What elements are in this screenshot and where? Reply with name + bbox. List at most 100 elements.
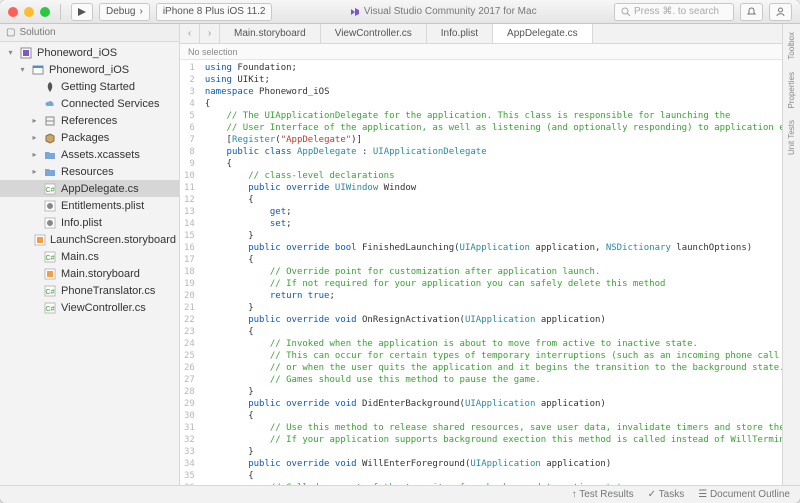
svg-text:C#: C#	[46, 187, 55, 194]
tab-label: AppDelegate.cs	[507, 28, 578, 39]
plist-icon	[43, 216, 57, 230]
twisty-icon[interactable]: ▾	[6, 48, 15, 57]
tree-node-label: Packages	[61, 132, 109, 144]
editor-tab[interactable]: Info.plist	[427, 24, 493, 43]
cs-icon: C#	[43, 182, 57, 196]
editor-tabbar: ‹ › Main.storyboard ViewController.cs Info…	[180, 24, 782, 44]
ide-window: Debug › iPhone 8 Plus iOS 11.2 Visual St…	[0, 0, 800, 503]
tab-label: Info.plist	[441, 28, 478, 39]
tree-node[interactable]: ▾ Phoneword_iOS	[0, 61, 179, 78]
tree-node-label: ViewController.cs	[61, 302, 146, 314]
minimize-icon[interactable]	[24, 7, 34, 17]
tree-node-label: LaunchScreen.storyboard	[50, 234, 176, 246]
config-label: Debug	[106, 6, 135, 17]
cs-icon: C#	[43, 250, 57, 264]
code-editor[interactable]: 1234567891011121314151617181920212223242…	[180, 60, 782, 485]
search-placeholder: Press ⌘. to search	[634, 6, 719, 17]
pad-unit-tests[interactable]: Unit Tests	[787, 116, 796, 159]
tree-node[interactable]: Main.storyboard	[0, 265, 179, 282]
svg-text:C#: C#	[46, 255, 55, 262]
tree-node[interactable]: Connected Services	[0, 95, 179, 112]
tree-node[interactable]: Info.plist	[0, 214, 179, 231]
tree-node-label: Assets.xcassets	[61, 149, 140, 161]
account-button[interactable]	[769, 3, 792, 21]
tree-node[interactable]: C# PhoneTranslator.cs	[0, 282, 179, 299]
tree-node-label: Connected Services	[61, 98, 159, 110]
editor-tab[interactable]: AppDelegate.cs	[493, 24, 593, 43]
app-title: Visual Studio Community 2017 for Mac	[278, 6, 608, 17]
editor-tab[interactable]: ViewController.cs	[321, 24, 427, 43]
tree-node[interactable]: ▸ Resources	[0, 163, 179, 180]
vs-icon	[350, 7, 360, 17]
tree-node[interactable]: Entitlements.plist	[0, 197, 179, 214]
tree-node-label: AppDelegate.cs	[61, 183, 139, 195]
ref-icon	[43, 114, 57, 128]
twisty-icon[interactable]: ▸	[30, 150, 39, 159]
pad-properties[interactable]: Properties	[787, 68, 796, 112]
editor-tab[interactable]: Main.storyboard	[220, 24, 321, 43]
tab-nav-next[interactable]: ›	[200, 24, 220, 43]
tree-node-label: References	[61, 115, 117, 127]
chevron-right-icon: ›	[139, 6, 142, 17]
right-pad-rail: Toolbox Properties Unit Tests	[782, 24, 800, 485]
status-document-outline[interactable]: ☰ Document Outline	[698, 489, 790, 500]
zoom-icon[interactable]	[40, 7, 50, 17]
twisty-icon[interactable]: ▸	[30, 167, 39, 176]
svg-text:C#: C#	[46, 306, 55, 313]
tree-node[interactable]: Getting Started	[0, 78, 179, 95]
config-selector[interactable]: Debug ›	[99, 3, 150, 21]
plist-icon	[43, 199, 57, 213]
tree-node-label: Getting Started	[61, 81, 135, 93]
twisty-icon[interactable]: ▾	[18, 65, 27, 74]
close-icon[interactable]	[8, 7, 18, 17]
pkg-icon	[43, 131, 57, 145]
tab-label: ViewController.cs	[335, 28, 412, 39]
status-tasks[interactable]: ✓ Tasks	[648, 489, 685, 500]
notifications-button[interactable]	[740, 3, 763, 21]
tab-label: Main.storyboard	[234, 28, 306, 39]
svg-text:C#: C#	[46, 289, 55, 296]
tree-node[interactable]: ▸ Packages	[0, 129, 179, 146]
tree-node-label: Resources	[61, 166, 114, 178]
solution-header: ▢ Solution	[0, 24, 179, 42]
pad-toolbox[interactable]: Toolbox	[787, 28, 796, 64]
tree-node-label: Info.plist	[61, 217, 102, 229]
window-traffic-lights	[8, 7, 50, 17]
solution-tree[interactable]: ▾ Phoneword_iOS ▾ Phoneword_iOS Getting Star…	[0, 42, 179, 485]
twisty-icon[interactable]: ▸	[30, 116, 39, 125]
code-lines[interactable]: using Foundation;using UIKit;namespace P…	[201, 60, 782, 485]
twisty-icon[interactable]: ▸	[30, 133, 39, 142]
tab-nav-prev[interactable]: ‹	[180, 24, 200, 43]
breadcrumb[interactable]: No selection	[180, 44, 782, 60]
folder-icon	[43, 148, 57, 162]
folder-icon	[43, 165, 57, 179]
tree-node-label: Main.cs	[61, 251, 99, 263]
device-label: iPhone 8 Plus iOS 11.2	[163, 6, 266, 17]
cloud-icon	[43, 97, 57, 111]
status-test-results[interactable]: ↑ Test Results	[572, 489, 634, 500]
tree-node-label: PhoneTranslator.cs	[61, 285, 155, 297]
run-button[interactable]	[71, 3, 93, 21]
tree-node[interactable]: ▾ Phoneword_iOS	[0, 44, 179, 61]
device-selector[interactable]: iPhone 8 Plus iOS 11.2	[156, 3, 273, 21]
sb-icon	[34, 233, 46, 247]
tree-node-label: Phoneword_iOS	[49, 64, 129, 76]
tree-node[interactable]: C# Main.cs	[0, 248, 179, 265]
search-input[interactable]: Press ⌘. to search	[614, 3, 734, 21]
tree-node-label: Main.storyboard	[61, 268, 140, 280]
sb-icon	[43, 267, 57, 281]
sln-icon	[19, 46, 33, 60]
tree-node[interactable]: ▸ Assets.xcassets	[0, 146, 179, 163]
tree-node-label: Phoneword_iOS	[37, 47, 117, 59]
tree-node[interactable]: LaunchScreen.storyboard	[0, 231, 179, 248]
panel-icon: ▢	[6, 27, 15, 38]
tree-node[interactable]: ▸ References	[0, 112, 179, 129]
statusbar: ↑ Test Results ✓ Tasks ☰ Document Outlin…	[0, 485, 800, 503]
cs-icon: C#	[43, 284, 57, 298]
tree-node[interactable]: C# AppDelegate.cs	[0, 180, 179, 197]
tree-node[interactable]: C# ViewController.cs	[0, 299, 179, 316]
titlebar: Debug › iPhone 8 Plus iOS 11.2 Visual St…	[0, 0, 800, 24]
line-gutter: 1234567891011121314151617181920212223242…	[180, 60, 201, 485]
search-icon	[621, 7, 630, 16]
editor-area: ‹ › Main.storyboard ViewController.cs Info…	[180, 24, 782, 485]
